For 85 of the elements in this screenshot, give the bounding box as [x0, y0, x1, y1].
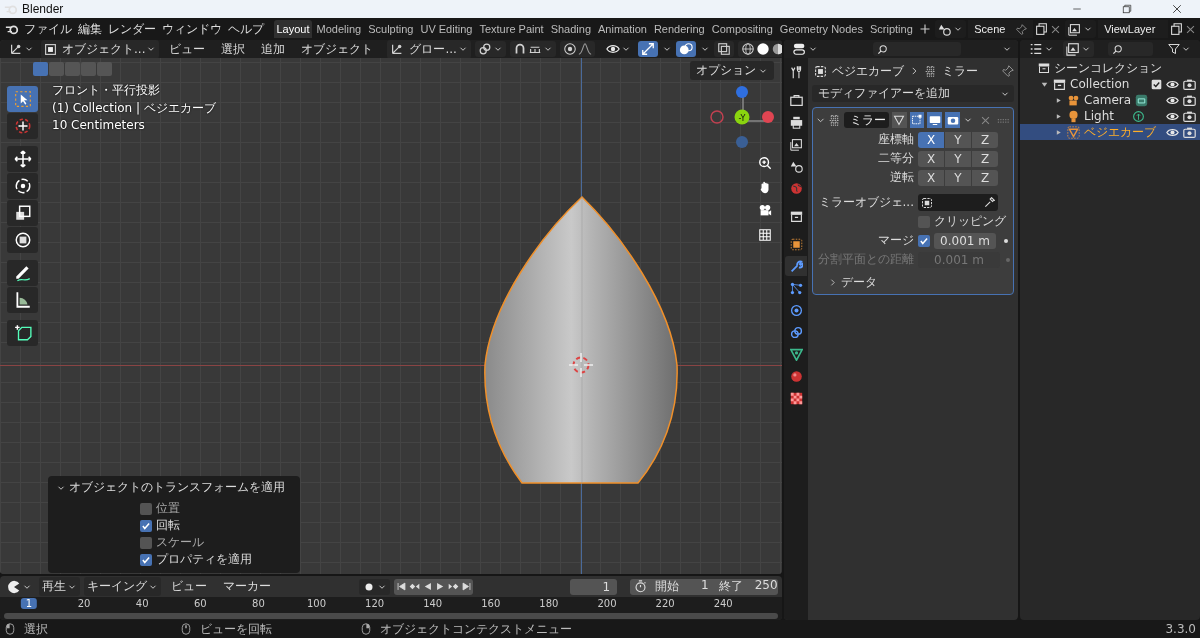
options-dropdown[interactable]: オプション — [690, 61, 774, 80]
subpanel-header[interactable]: データ — [841, 274, 877, 291]
property-label: 二等分 — [877, 150, 914, 167]
menu-item[interactable]: レンダー — [106, 18, 158, 40]
number-field[interactable]: 0.001 m — [934, 232, 996, 249]
viewport-menu[interactable]: オブジェクト — [295, 40, 380, 59]
workspace-tab[interactable]: Animation — [595, 20, 650, 38]
status-hint: 選択 — [24, 620, 48, 638]
axis-toggle[interactable]: Z — [972, 150, 998, 167]
workspace-tab[interactable]: Shading — [548, 20, 594, 38]
outliner-item[interactable]: Light — [1084, 109, 1128, 123]
axis-toggle[interactable]: X — [918, 169, 944, 186]
frame-number: 80 — [252, 598, 265, 609]
viewport-info-text: フロント・平行投影 — [52, 82, 161, 99]
viewport-menu[interactable]: ビュー — [163, 40, 212, 59]
axis-toggle[interactable]: Z — [972, 131, 998, 148]
outliner-item[interactable]: Camera — [1084, 93, 1132, 107]
viewport-info-text: (1) Collection | ベジエカーブ — [52, 100, 216, 117]
outliner-item[interactable]: シーンコレクション — [1054, 59, 1196, 77]
menu-item[interactable]: ヘルプ — [226, 18, 266, 40]
viewport-info-text: 10 Centimeters — [52, 118, 146, 132]
axis-toggle[interactable]: X — [918, 131, 944, 148]
current-frame-marker[interactable]: 1 — [20, 598, 38, 609]
modifier-name-field[interactable]: ミラー — [844, 112, 889, 128]
frame-number: 140 — [423, 598, 443, 609]
workspace-tab[interactable]: Modeling — [314, 20, 364, 38]
checkbox-label: スケール — [156, 534, 204, 551]
navigation-gizmo-drawing[interactable]: -Y — [706, 84, 780, 158]
axis-toggle[interactable]: Y — [945, 131, 971, 148]
menu-item[interactable]: ウィンドウ — [160, 18, 224, 40]
property-label: マージ — [877, 232, 914, 249]
frame-number: 220 — [655, 598, 675, 609]
timeline-menu[interactable]: マーカー — [217, 577, 277, 596]
window-title: Blender — [22, 2, 65, 16]
orientation-dropdown[interactable]: グロー... — [387, 40, 471, 59]
checkbox-label: プロパティを適用 — [156, 551, 252, 568]
current-frame-field[interactable]: 1 — [570, 578, 618, 595]
menu-item[interactable]: 編集 — [76, 18, 104, 40]
viewport-menu[interactable]: 追加 — [255, 40, 292, 59]
status-hint: オブジェクトコンテクストメニュー — [380, 620, 572, 638]
version-label: 3.3.0 — [1165, 622, 1196, 636]
frame-number: 100 — [306, 598, 327, 609]
view-layer-name-field[interactable]: ViewLayer — [1098, 20, 1168, 38]
checkbox-label: クリッピング — [934, 213, 1006, 230]
workspace-tab[interactable]: Sculpting — [365, 20, 416, 38]
breadcrumb-item: ベジエカーブ — [832, 62, 904, 80]
gizmo-axis-label: -Y — [738, 113, 746, 123]
add-modifier-dropdown[interactable]: モディファイアーを追加 — [812, 85, 1014, 102]
workspace-tab[interactable]: UV Editing — [417, 20, 475, 38]
end-frame-field[interactable]: 終了 250 — [716, 578, 780, 595]
mode-dropdown[interactable]: オブジェクト... — [41, 40, 160, 59]
property-label: 座標軸 — [877, 131, 914, 148]
workspace-tab[interactable]: Layout — [274, 20, 313, 38]
timeline-menu[interactable]: キーイング — [84, 577, 161, 596]
frame-number: 20 — [77, 598, 91, 609]
checkbox-label: 位置 — [156, 500, 180, 517]
timeline-menu[interactable]: ビュー — [165, 577, 213, 596]
workspace-tab[interactable]: Compositing — [709, 20, 776, 38]
property-label: ミラーオブジェ... — [817, 194, 914, 211]
frame-number: 200 — [597, 598, 617, 609]
workspace-tab[interactable]: Texture Paint — [476, 20, 547, 38]
axis-toggle[interactable]: Y — [945, 169, 971, 186]
scene-name-field[interactable]: Scene — [968, 20, 1034, 38]
frame-number: 180 — [539, 598, 559, 609]
status-hint: ビューを回転 — [200, 620, 272, 638]
menu-item[interactable]: ファイル — [22, 18, 74, 40]
frame-number: 160 — [481, 598, 501, 609]
axis-toggle[interactable]: X — [918, 150, 944, 167]
frame-number: 60 — [193, 598, 207, 609]
start-frame-field[interactable]: 開始 1 — [651, 578, 713, 595]
workspace-tab[interactable]: Geometry Nodes — [777, 20, 866, 38]
workspace-tab[interactable]: Scripting — [867, 20, 916, 38]
viewport-menu[interactable]: 選択 — [215, 40, 252, 59]
checkbox-label: 回転 — [156, 517, 180, 534]
panel-title[interactable]: オブジェクトのトランスフォームを適用 — [69, 480, 285, 495]
workspace-tab[interactable]: Rendering — [651, 20, 708, 38]
outliner-item[interactable]: Collection — [1070, 77, 1147, 91]
axis-toggle[interactable]: Y — [945, 150, 971, 167]
frame-number: 240 — [713, 598, 733, 609]
breadcrumb-item: ミラー — [942, 62, 978, 80]
axis-toggle[interactable]: Z — [972, 169, 998, 186]
frame-number: 40 — [135, 598, 149, 609]
frame-number: 120 — [365, 598, 385, 609]
timeline-menu[interactable]: 再生 — [39, 577, 80, 596]
property-label: 逆転 — [889, 169, 914, 186]
